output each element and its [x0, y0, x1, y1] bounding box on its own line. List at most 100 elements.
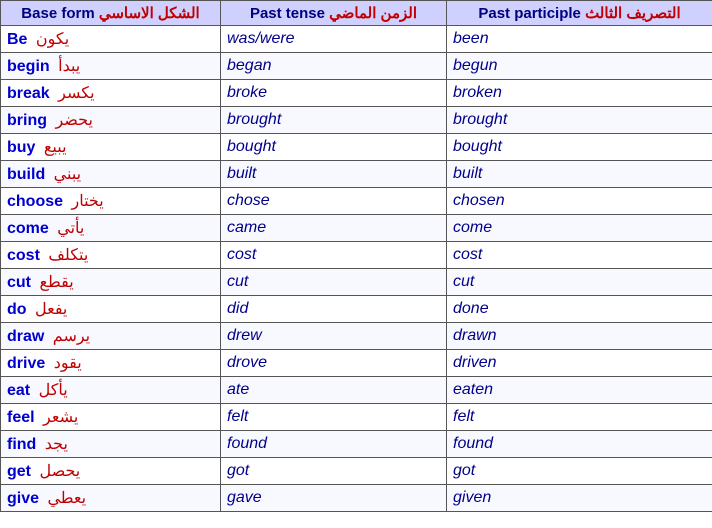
header-ar-0: الشكل الاساسي — [99, 5, 200, 22]
base-en: cost — [7, 247, 40, 264]
base-form-cell: cost يتكلف — [1, 242, 221, 269]
base-en: cut — [7, 274, 31, 291]
pp-word: chosen — [453, 192, 505, 209]
pp-word: given — [453, 489, 491, 506]
base-ar: يفعل — [35, 299, 67, 319]
past-tense-cell: got — [221, 458, 447, 485]
base-form-cell: Be يكون — [1, 26, 221, 53]
pp-word: got — [453, 462, 475, 479]
past-participle-cell: chosen — [447, 188, 712, 215]
base-en: feel — [7, 409, 35, 426]
base-form-cell: bring يحضر — [1, 107, 221, 134]
header-en-2: Past participle — [478, 5, 581, 22]
pp-word: drawn — [453, 327, 497, 344]
header-ar-2: التصريف الثالث — [585, 5, 681, 22]
base-form-cell: feel يشعر — [1, 404, 221, 431]
table-row: come يأتيcamecome — [1, 215, 712, 242]
base-form-cell: choose يختار — [1, 188, 221, 215]
table-row: feel يشعر felt felt — [1, 404, 712, 431]
base-form-cell: give يعطي — [1, 485, 221, 512]
past-participle-cell: built — [447, 161, 712, 188]
base-form-cell: get يحصل — [1, 458, 221, 485]
base-ar: يتكلف — [48, 245, 88, 265]
base-ar: يقطع — [39, 272, 73, 292]
past-participle-cell: eaten — [447, 377, 712, 404]
table-row: eat يأكل ate eaten — [1, 377, 712, 404]
past-participle-cell: begun — [447, 53, 712, 80]
base-form-cell: find يجد — [1, 431, 221, 458]
base-en: come — [7, 220, 49, 237]
past-word: felt — [227, 408, 248, 425]
past-word: found — [227, 435, 267, 452]
table-row: buy يبيعboughtbought — [1, 134, 712, 161]
base-en: do — [7, 301, 27, 318]
past-tense-cell: found — [221, 431, 447, 458]
past-tense-cell: brought — [221, 107, 447, 134]
base-en: draw — [7, 328, 44, 345]
irregular-verbs-table: Base form الشكل الاساسيPast tense الزمن … — [0, 0, 712, 512]
past-tense-cell: began — [221, 53, 447, 80]
past-tense-cell: felt — [221, 404, 447, 431]
column-header-1: Past tense الزمن الماضي — [221, 1, 447, 26]
base-form-cell: build يبني — [1, 161, 221, 188]
past-participle-cell: been — [447, 26, 712, 53]
table-row: begin يبدأbegan begun — [1, 53, 712, 80]
past-participle-cell: done — [447, 296, 712, 323]
pp-word: been — [453, 30, 489, 47]
table-row: drive يقودdrovedriven — [1, 350, 712, 377]
past-word: brought — [227, 111, 281, 128]
table-row: cost يتكلفcostcost — [1, 242, 712, 269]
past-participle-cell: felt — [447, 404, 712, 431]
base-ar: يكسر — [58, 83, 94, 103]
base-form-cell: buy يبيع — [1, 134, 221, 161]
past-tense-cell: drove — [221, 350, 447, 377]
past-tense-cell: gave — [221, 485, 447, 512]
past-tense-cell: drew — [221, 323, 447, 350]
base-form-cell: break يكسر — [1, 80, 221, 107]
past-word: drew — [227, 327, 262, 344]
pp-word: eaten — [453, 381, 493, 398]
table-row: cut يقطعcutcut — [1, 269, 712, 296]
base-en: get — [7, 463, 31, 480]
base-form-cell: cut يقطع — [1, 269, 221, 296]
base-ar: يعطي — [47, 488, 86, 508]
past-word: broke — [227, 84, 267, 101]
past-tense-cell: bought — [221, 134, 447, 161]
past-word: came — [227, 219, 266, 236]
base-form-cell: drive يقود — [1, 350, 221, 377]
past-word: was/were — [227, 30, 295, 47]
base-en: break — [7, 85, 50, 102]
past-participle-cell: found — [447, 431, 712, 458]
past-tense-cell: cost — [221, 242, 447, 269]
past-word: ate — [227, 381, 249, 398]
past-participle-cell: drawn — [447, 323, 712, 350]
base-form-cell: eat يأكل — [1, 377, 221, 404]
past-participle-cell: driven — [447, 350, 712, 377]
past-tense-cell: was/were — [221, 26, 447, 53]
past-word: chose — [227, 192, 270, 209]
base-ar: يختار — [71, 191, 103, 211]
pp-word: built — [453, 165, 482, 182]
past-participle-cell: cost — [447, 242, 712, 269]
base-en: begin — [7, 58, 50, 75]
base-en: find — [7, 436, 36, 453]
base-ar: يقود — [54, 353, 82, 373]
past-participle-cell: got — [447, 458, 712, 485]
past-tense-cell: came — [221, 215, 447, 242]
pp-word: begun — [453, 57, 498, 74]
past-participle-cell: broken — [447, 80, 712, 107]
table-row: Be يكون was/were been — [1, 26, 712, 53]
base-form-cell: begin يبدأ — [1, 53, 221, 80]
past-tense-cell: cut — [221, 269, 447, 296]
past-participle-cell: cut — [447, 269, 712, 296]
pp-word: brought — [453, 111, 507, 128]
base-ar: يحصل — [39, 461, 80, 481]
base-en: give — [7, 490, 39, 507]
base-ar: يكون — [36, 29, 69, 49]
base-en: bring — [7, 112, 47, 129]
past-participle-cell: brought — [447, 107, 712, 134]
base-form-cell: do يفعل — [1, 296, 221, 323]
base-ar: يبيع — [44, 137, 67, 157]
past-tense-cell: chose — [221, 188, 447, 215]
table-row: do يفعلdiddone — [1, 296, 712, 323]
